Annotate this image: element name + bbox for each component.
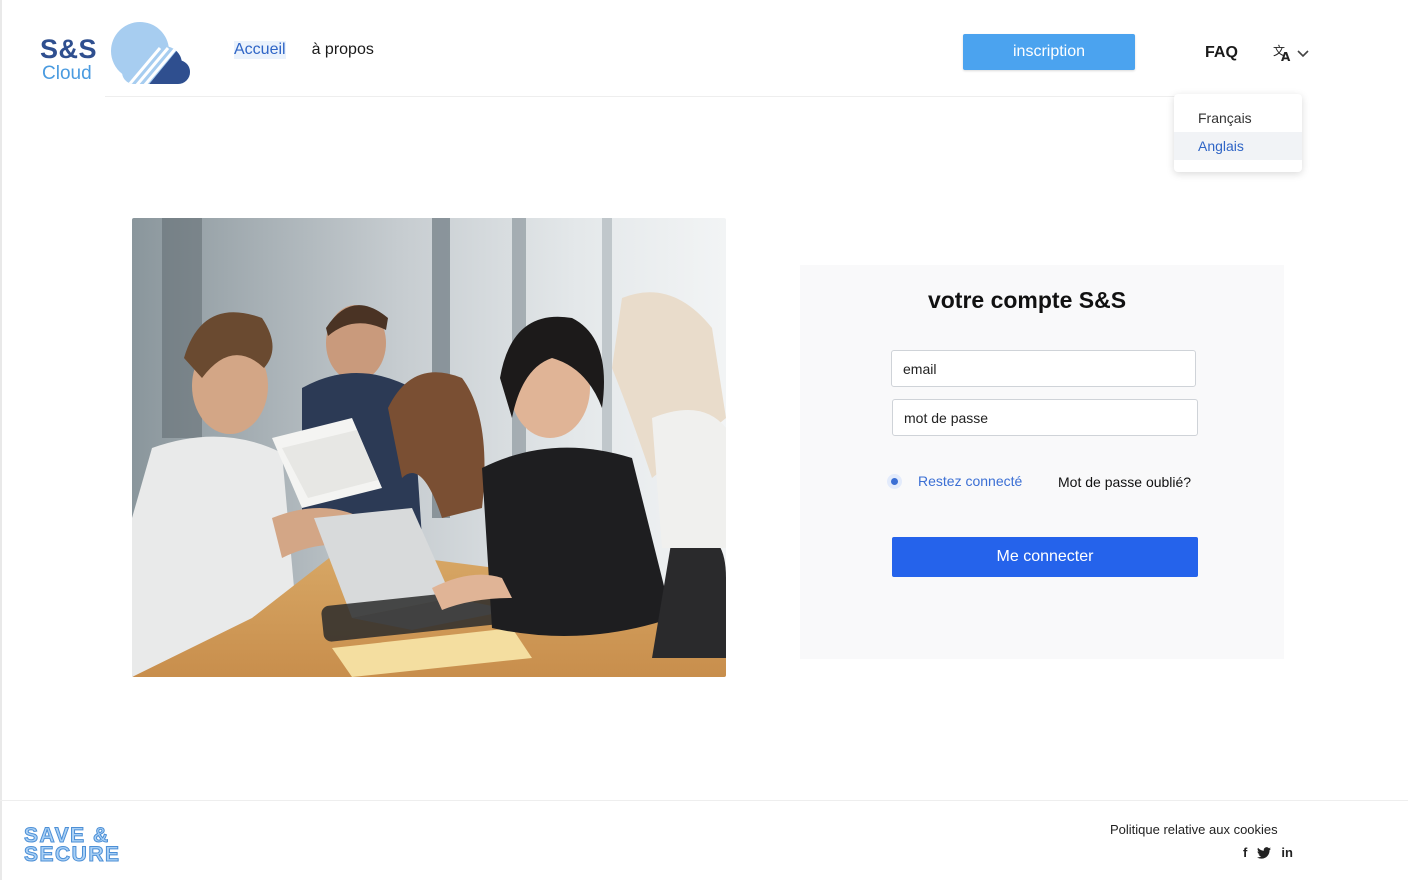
translate-icon: 文 A xyxy=(1273,43,1291,63)
facebook-icon[interactable]: f xyxy=(1243,845,1247,860)
logo-title: S&S xyxy=(40,34,98,64)
chevron-down-icon xyxy=(1297,50,1309,58)
social-links: f in xyxy=(1243,845,1293,860)
students-photo xyxy=(132,218,726,677)
linkedin-icon[interactable]: in xyxy=(1281,845,1293,860)
svg-text:A: A xyxy=(1281,50,1291,63)
language-option-french[interactable]: Français xyxy=(1174,104,1302,132)
faq-link[interactable]: FAQ xyxy=(1205,44,1238,62)
footer-divider xyxy=(0,800,1408,801)
header-divider xyxy=(105,96,1300,97)
cookie-policy-link[interactable]: Politique relative aux cookies xyxy=(1110,822,1278,837)
logo-subtitle: Cloud xyxy=(42,63,92,84)
signup-button[interactable]: inscription xyxy=(963,34,1135,70)
nav-link-about[interactable]: à propos xyxy=(312,41,374,59)
cloud-logo-icon xyxy=(111,22,190,84)
language-dropdown: Français Anglais xyxy=(1174,94,1302,172)
login-card: votre compte S&S Restez connecté Mot de … xyxy=(800,265,1284,659)
remember-me-radio[interactable] xyxy=(887,473,902,489)
login-title: votre compte S&S xyxy=(927,287,1127,313)
login-button[interactable]: Me connecter xyxy=(892,537,1198,577)
password-field[interactable] xyxy=(892,399,1198,436)
email-field[interactable] xyxy=(891,350,1196,387)
twitter-icon[interactable] xyxy=(1257,846,1272,859)
nav-link-home[interactable]: Accueil xyxy=(234,41,286,59)
language-switcher[interactable]: 文 A xyxy=(1272,43,1310,63)
remember-me-option[interactable]: Restez connecté xyxy=(887,473,1022,489)
main-nav: Accueil à propos xyxy=(234,41,374,59)
page-left-border xyxy=(0,0,2,880)
forgot-password-link[interactable]: Mot de passe oublié? xyxy=(1058,474,1191,490)
brand-logo[interactable]: S&S Cloud xyxy=(40,22,192,88)
footer-logo: SAVE & SECURE xyxy=(24,825,121,866)
language-option-english[interactable]: Anglais xyxy=(1174,132,1302,160)
footer-logo-line2: SECURE xyxy=(24,843,121,866)
remember-me-label: Restez connecté xyxy=(918,473,1023,489)
